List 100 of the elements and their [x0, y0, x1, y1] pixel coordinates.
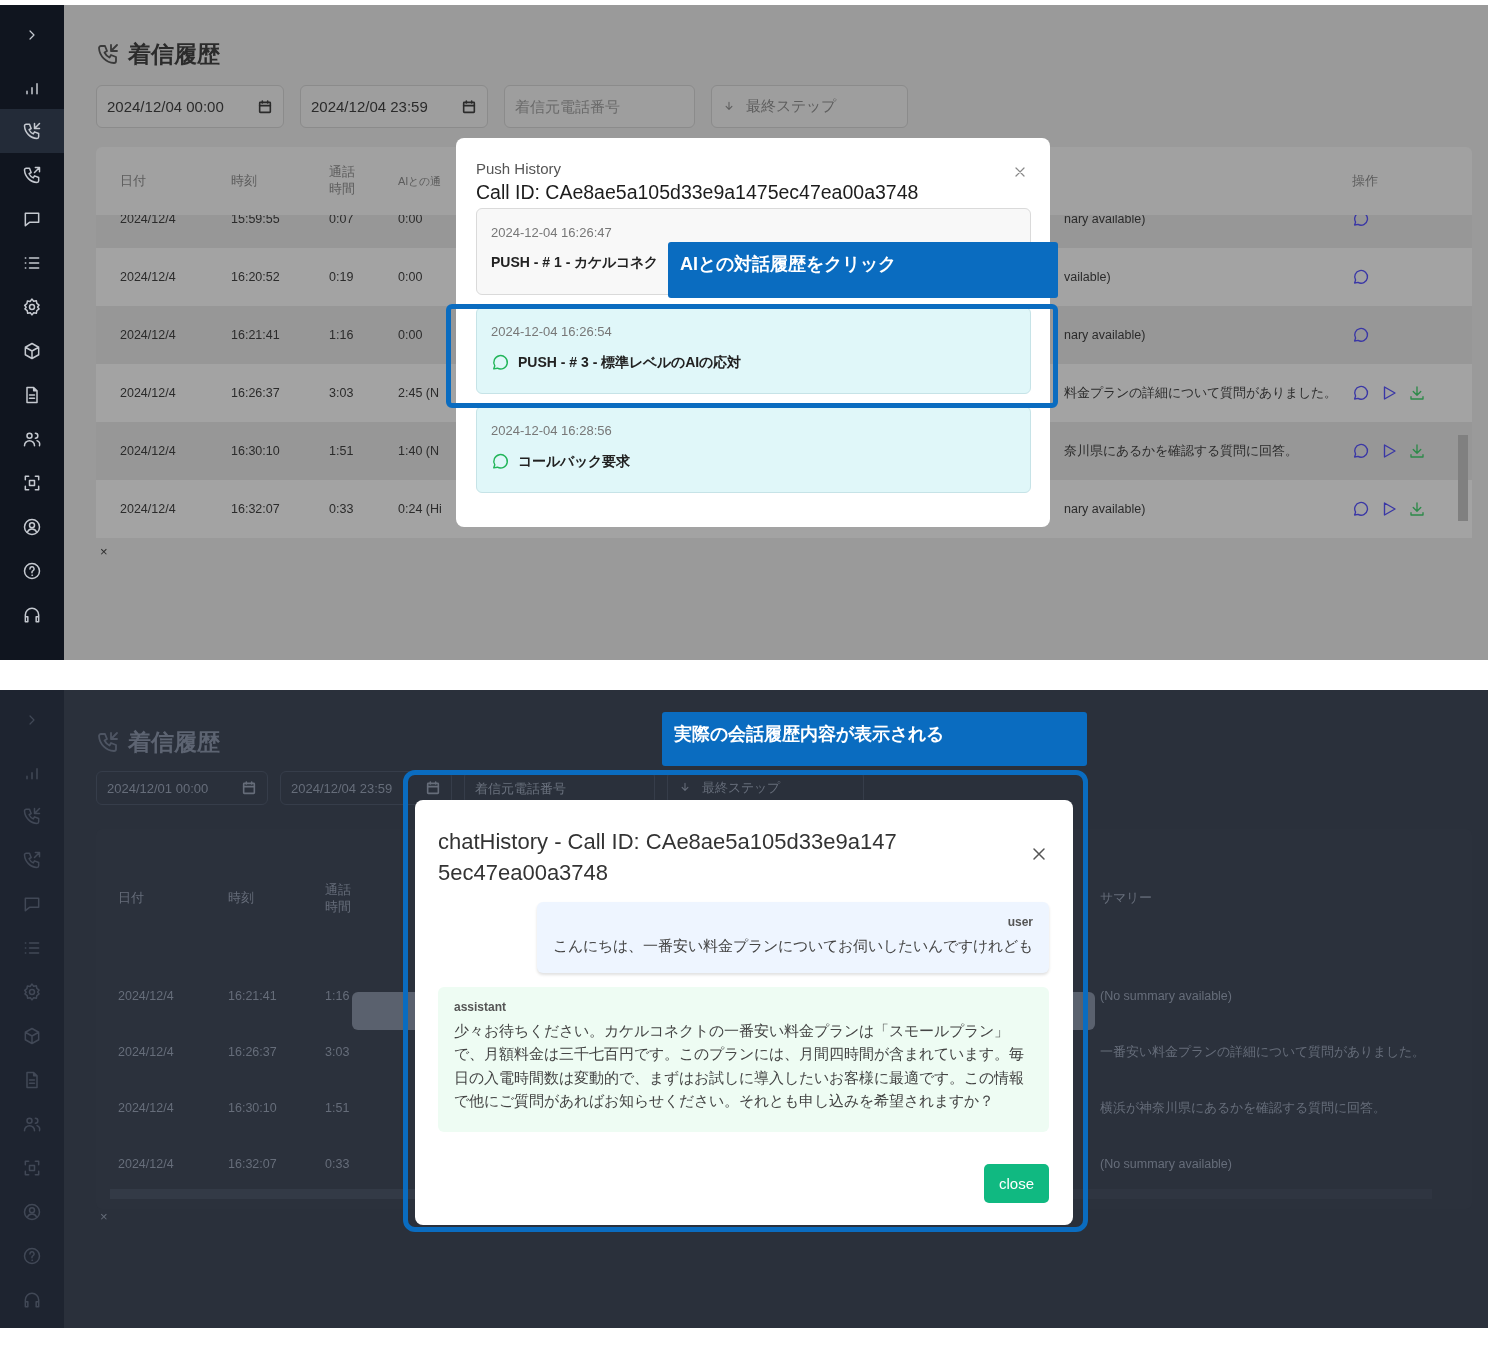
help-icon — [22, 1246, 42, 1266]
column-header: 日付 — [120, 172, 146, 190]
chat-bubble-icon[interactable] — [1352, 384, 1370, 402]
date-field[interactable]: 2024/12/04 00:00 — [96, 85, 284, 128]
table-cell: 2024/12/4 — [118, 1101, 174, 1115]
table-cell: 1:16 — [325, 989, 350, 1003]
history-card[interactable]: 2024-12-04 16:28:56 コールバック要求 — [476, 406, 1031, 493]
table-cell: 0:07 — [329, 215, 354, 226]
chat-bubble-icon[interactable] — [1352, 215, 1370, 228]
table-cell: 16:26:37 — [228, 1045, 277, 1059]
modal-title: chatHistory - Call ID: CAe8ae5a105d33e9a1475ec47ea00a3748 — [438, 828, 898, 887]
calendar-icon[interactable] — [241, 780, 257, 796]
phone-outgoing-icon — [22, 165, 42, 185]
chat-bubble-icon[interactable] — [1352, 442, 1370, 460]
table-cell: 0:33 — [325, 1157, 350, 1171]
calendar-icon[interactable] — [425, 780, 441, 796]
date-field[interactable]: 2024/12/04 23:59 — [280, 771, 452, 805]
table-cell: 16:32:07 — [228, 1157, 277, 1171]
filter-dropdown[interactable]: 最終ステップ — [711, 85, 908, 128]
timestamp: 2024-12-04 16:26:47 — [491, 225, 613, 240]
close-button[interactable]: × — [100, 544, 108, 559]
timestamp: 2024-12-04 16:28:56 — [491, 423, 613, 438]
message-role: assistant — [454, 999, 508, 1014]
calendar-icon[interactable] — [257, 98, 273, 115]
table-cell: 1:16 — [329, 328, 354, 342]
user-circle-icon — [22, 1202, 42, 1222]
table-cell: 1:51 — [325, 1101, 350, 1115]
chat-bubble-icon[interactable] — [1352, 268, 1370, 286]
phone-outgoing-icon — [22, 850, 42, 870]
table-cell: 2:45 (N — [398, 386, 439, 400]
message-text: こんにちは、一番安い料金プランについてお伺いしたいんですけれども — [553, 937, 1033, 956]
table-cell: 16:30:10 — [231, 444, 280, 458]
table-cell: 3:03 — [325, 1045, 350, 1059]
column-header: 操作 — [1352, 172, 1378, 190]
phone-incoming-icon — [96, 42, 120, 66]
table-cell: (No summary available) — [1100, 1157, 1232, 1171]
chat-bubble-icon — [22, 209, 42, 229]
modal-subtitle: Push History — [476, 160, 562, 177]
chat-bubble-icon — [491, 452, 510, 471]
settings-icon — [22, 982, 42, 1002]
modal-title: Call ID: CAe8ae5a105d33e9a1475ec47ea00a3748 — [476, 181, 919, 204]
annotation-callout: AIとの対話履歴をクリック — [668, 242, 1058, 298]
table-cell: 2024/12/4 — [120, 328, 176, 342]
table-cell: 2024/12/4 — [120, 270, 176, 284]
table-cell: 16:21:41 — [228, 989, 277, 1003]
table-cell: vailable) — [1064, 270, 1111, 284]
chat-bubble-icon — [491, 353, 510, 372]
phone-incoming-icon — [22, 806, 42, 826]
table-cell: 2024/12/4 — [118, 1157, 174, 1171]
table-cell: 2024/12/4 — [120, 502, 176, 516]
download-icon[interactable] — [1408, 500, 1426, 518]
table-cell: 16:26:37 — [231, 386, 280, 400]
column-header: 時刻 — [228, 890, 254, 907]
column-header: 通話時間 — [325, 881, 352, 916]
annotation-callout: 実際の会話履歴内容が表示される — [662, 712, 1087, 766]
timestamp: 2024-12-04 16:26:54 — [491, 324, 613, 339]
history-card[interactable]: 2024-12-04 16:26:54 PUSH - # 3 - 標準レベルのAIの応対 — [476, 307, 1031, 394]
download-icon[interactable] — [1408, 384, 1426, 402]
close-button[interactable]: × — [100, 1209, 108, 1224]
chat-bubble-icon — [22, 894, 42, 914]
calendar-icon[interactable] — [461, 98, 477, 115]
table-cell: 奈川県にあるかを確認する質問に回答。 — [1064, 442, 1298, 460]
phone-incoming-icon — [96, 730, 120, 754]
table-cell: 1:51 — [329, 444, 354, 458]
chat-bubble-icon[interactable] — [1352, 326, 1370, 344]
table-cell: 1:40 (N — [398, 444, 439, 458]
user-circle-icon — [22, 517, 42, 537]
table-cell: 3:03 — [329, 386, 354, 400]
date-field[interactable]: 2024/12/04 23:59 — [300, 85, 488, 128]
history-title: PUSH - # 3 - 標準レベルのAIの応対 — [518, 353, 742, 372]
users-icon — [22, 429, 42, 449]
column-header: 日付 — [118, 890, 144, 907]
column-header: 時刻 — [231, 172, 257, 190]
phone-incoming-icon — [22, 121, 42, 141]
table-cell: 0:24 (Hi — [398, 502, 442, 516]
date-field[interactable]: 2024/12/01 00:00 — [96, 771, 268, 805]
history-title: コールバック要求 — [518, 452, 630, 471]
table-cell: (No summary available) — [1100, 989, 1232, 1003]
sidebar-item[interactable] — [0, 109, 64, 153]
table-cell: nary available) — [1064, 328, 1146, 342]
table-cell: 0:19 — [329, 270, 354, 284]
scan-icon — [22, 473, 42, 493]
users-icon — [22, 1114, 42, 1134]
cube-icon — [22, 341, 42, 361]
column-header: 通話時間 — [329, 164, 356, 198]
help-icon — [22, 561, 42, 581]
table-cell: nary available) — [1064, 502, 1146, 516]
table-cell: 0:33 — [329, 502, 354, 516]
table-cell: 16:32:07 — [231, 502, 280, 516]
table-cell: 16:21:41 — [231, 328, 280, 342]
settings-icon — [22, 297, 42, 317]
chat-bubble-icon[interactable] — [1352, 500, 1370, 518]
table-cell: 2024/12/4 — [118, 989, 174, 1003]
table-cell: 16:30:10 — [228, 1101, 277, 1115]
table-cell: 2024/12/4 — [120, 386, 176, 400]
scan-icon — [22, 1158, 42, 1178]
history-title: PUSH - # 1 - カケルコネク — [491, 254, 659, 272]
cube-icon — [22, 1026, 42, 1046]
headphones-icon — [22, 605, 42, 625]
close-button[interactable]: close — [983, 1164, 1049, 1203]
